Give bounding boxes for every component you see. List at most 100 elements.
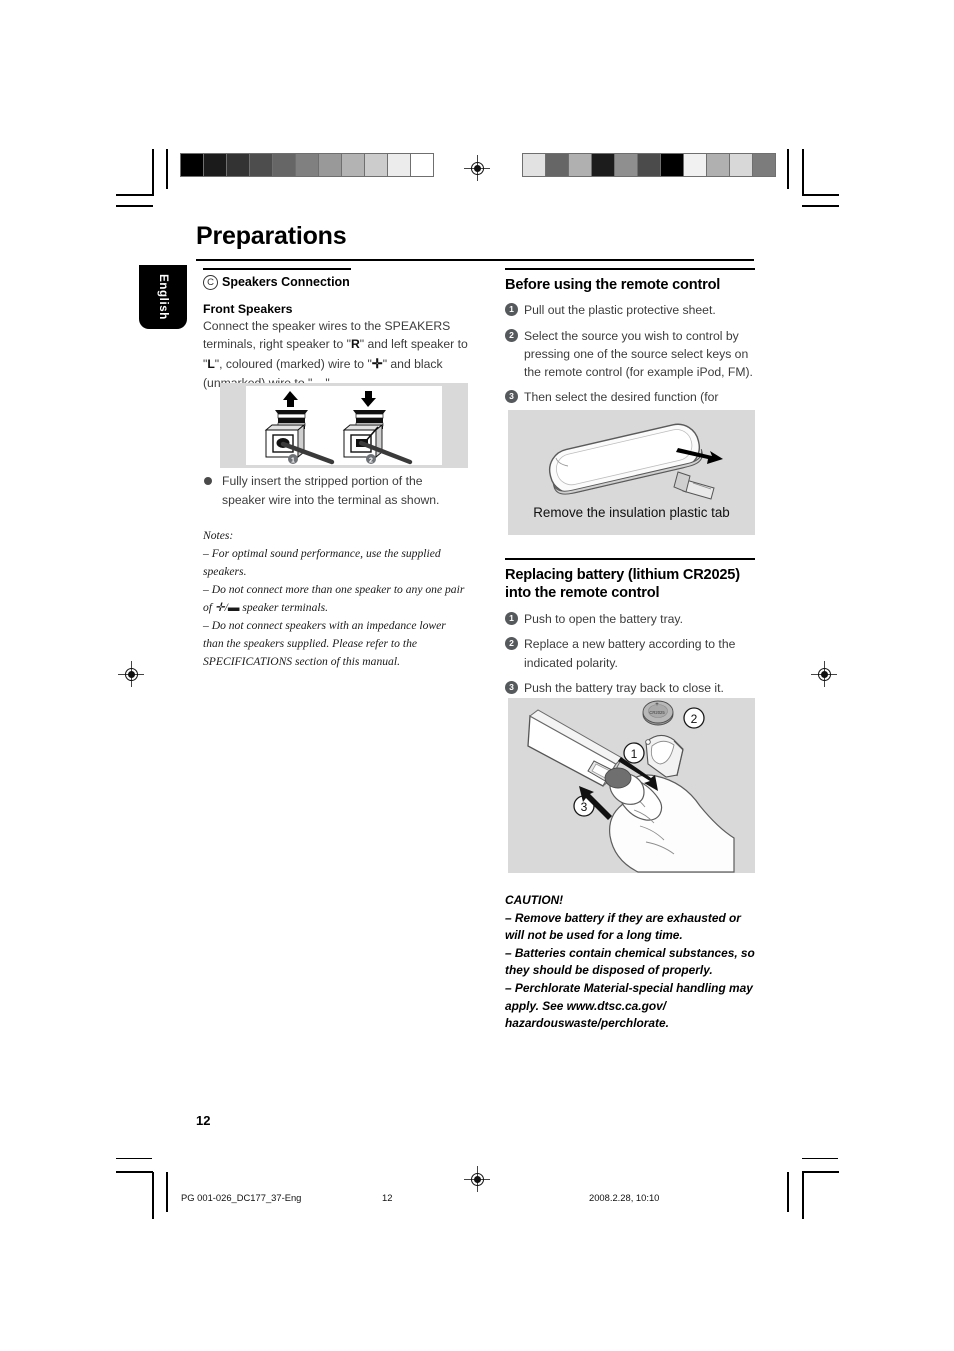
footer-filename: PG 001-026_DC177_37-Eng (181, 1192, 302, 1203)
crop-mark-tl-h2 (116, 205, 153, 207)
calibration-swatch-7 (318, 153, 342, 177)
right-column-section-1: Before using the remote control 1 Pull o… (505, 268, 755, 425)
step-number-badge: 3 (505, 680, 518, 694)
crop-mark-br-v (802, 1172, 804, 1219)
crop-mark-tr-h (802, 194, 839, 196)
svg-text:1: 1 (631, 747, 638, 761)
document-page: Preparations English C Speakers Connectio… (0, 0, 954, 1351)
remote-step-2-text: Select the source you wish to control by… (524, 328, 753, 380)
calibration-swatch-8 (341, 153, 365, 177)
crop-mark-br-h (802, 1171, 839, 1173)
notes-label: Notes: (203, 529, 234, 543)
language-tab: English (139, 265, 187, 329)
remote-step-2: 2 Select the source you wish to control … (505, 327, 755, 382)
svg-text:CR2025: CR2025 (649, 710, 665, 715)
notes-block: Notes: – For optimal sound performance, … (203, 527, 468, 671)
remote-insulation-figure: Remove the insulation plastic tab (508, 410, 755, 535)
battery-step-3: 3 Push the battery tray back to close it… (505, 679, 755, 697)
step-number-badge: 2 (505, 328, 518, 342)
calibration-swatch-6 (295, 153, 319, 177)
footer-timestamp: 2008.2.28, 10:10 (589, 1192, 660, 1203)
calibration-bar-right (522, 153, 776, 177)
speaker-terminal-illustration: 1 2 (246, 386, 442, 465)
hand (604, 767, 735, 873)
insert-wire-bullet: Fully insert the stripped portion of the… (203, 472, 468, 509)
caution-label: CAUTION! (505, 893, 564, 907)
calibration-swatch-7 (660, 153, 684, 177)
registration-mark-bottom (464, 1166, 490, 1192)
svg-text:+: + (655, 702, 659, 708)
caution-block: CAUTION! – Remove battery if they are ex… (505, 892, 755, 1033)
calibration-swatch-6 (637, 153, 661, 177)
calibration-swatch-5 (614, 153, 638, 177)
note-item-3: – Do not connect speakers with an impeda… (203, 618, 446, 668)
speakers-connection-heading: C Speakers Connection (203, 274, 468, 290)
left-section-divider (203, 268, 351, 270)
svg-text:3: 3 (581, 800, 588, 814)
calibration-swatch-3 (568, 153, 592, 177)
page-number: 12 (196, 1113, 211, 1128)
battery-step-2-text: Replace a new battery according to the i… (524, 637, 736, 670)
calibration-swatch-4 (591, 153, 615, 177)
svg-text:1: 1 (291, 457, 295, 464)
battery-replacement-figure: + CR2025 2 1 3 (508, 698, 755, 873)
registration-mark-top (464, 155, 490, 181)
step-number-badge: 1 (505, 611, 518, 625)
svg-text:2: 2 (691, 712, 698, 726)
calibration-bar-left (180, 153, 434, 177)
battery-step-1: 1 Push to open the battery tray. (505, 610, 755, 628)
calibration-swatch-9 (706, 153, 730, 177)
battery-tray (645, 734, 684, 778)
left-column: C Speakers Connection Front Speakers Conn… (203, 268, 468, 393)
battery-step-2: 2 Replace a new battery according to the… (505, 635, 755, 672)
calibration-swatch-1 (180, 153, 204, 177)
replacing-battery-heading: Replacing battery (lithium CR2025) into … (505, 566, 740, 602)
calibration-swatch-11 (410, 153, 434, 177)
language-tab-label: English (157, 274, 169, 320)
crop-mark-tl-h (116, 194, 153, 196)
step-number-badge: 2 (505, 637, 518, 651)
before-using-remote-heading: Before using the remote control (505, 276, 721, 293)
calibration-swatch-1 (522, 153, 546, 177)
coin-cell-battery: + CR2025 (642, 700, 674, 726)
title-divider (196, 259, 754, 261)
calibration-swatch-2 (203, 153, 227, 177)
speakers-connection-heading-label: Speakers Connection (222, 274, 350, 289)
footer-rule-left (116, 1158, 152, 1160)
crop-mark-bl-h (116, 1171, 153, 1173)
calibration-swatch-10 (729, 153, 753, 177)
crop-mark-bl-v2 (166, 1172, 168, 1212)
battery-replacement-illustration: + CR2025 2 1 3 (527, 700, 735, 873)
insert-wire-bullet-text: Fully insert the stripped portion of the… (222, 474, 440, 507)
speaker-terminal-figure: 1 2 (220, 383, 468, 468)
crop-mark-tr-h2 (802, 205, 839, 207)
caution-line-3: – Perchlorate Material-special handling … (505, 981, 753, 1031)
remote-step-1-text: Pull out the plastic protective sheet. (524, 303, 716, 318)
battery-step-3-text: Push the battery tray back to close it. (524, 680, 724, 695)
calibration-swatch-2 (545, 153, 569, 177)
front-speakers-paragraph: Connect the speaker wires to the SPEAKER… (203, 318, 468, 391)
right-column-section-2: Replacing battery (lithium CR2025) into … (505, 558, 755, 697)
step-number-badge: 1 (505, 303, 518, 317)
crop-mark-tl-v (152, 149, 154, 196)
section-marker-c: C (203, 274, 218, 290)
bullet-dot-icon (204, 477, 212, 485)
battery-section-divider (505, 558, 755, 560)
crop-mark-tl-v2 (166, 149, 168, 189)
step-number-badge: 3 (505, 390, 518, 404)
crop-mark-tr-v2 (787, 149, 789, 189)
crop-mark-tr-v (802, 149, 804, 196)
registration-mark-left (118, 661, 144, 687)
note-item-2: – Do not connect more than one speaker t… (203, 583, 465, 614)
crop-mark-bl-v (152, 1172, 154, 1219)
front-speakers-subheading: Front Speakers (203, 301, 293, 316)
left-column-notes-block: Fully insert the stripped portion of the… (203, 472, 468, 671)
callout-2: 2 (683, 707, 705, 729)
remote-insulation-caption: Remove the insulation plastic tab (533, 505, 730, 520)
calibration-swatch-4 (249, 153, 273, 177)
note-item-1: – For optimal sound performance, use the… (203, 547, 441, 579)
calibration-swatch-3 (226, 153, 250, 177)
registration-mark-right (811, 661, 837, 687)
footer-page: 12 (382, 1192, 393, 1203)
remote-section-divider (505, 268, 755, 270)
